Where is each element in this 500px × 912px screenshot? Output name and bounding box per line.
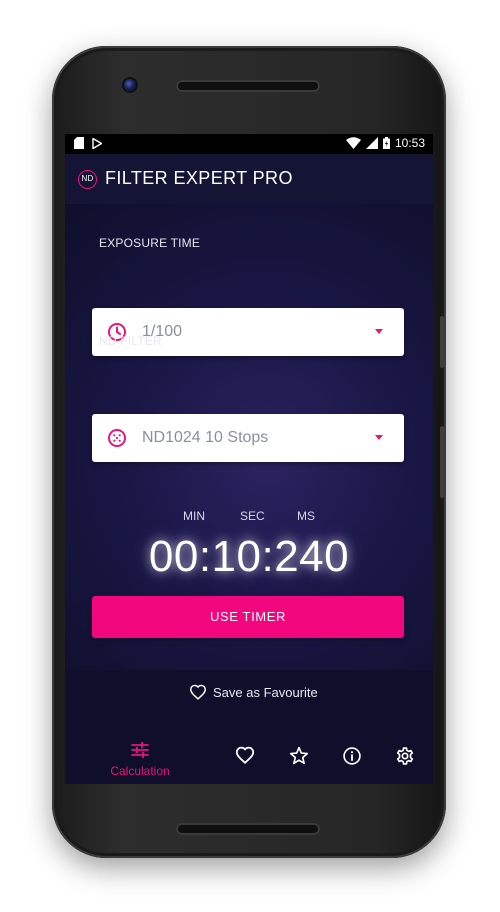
gear-icon [396, 747, 414, 765]
save-favourite-button[interactable]: Save as Favourite [189, 684, 318, 700]
dropdown-arrow-icon [375, 329, 383, 334]
dropdown-arrow-icon [375, 435, 383, 440]
screen: 10:53 ND FILTER EXPERT PRO EXPOSURE TIME… [65, 134, 433, 784]
nd-filter-value: ND1024 10 Stops [142, 429, 269, 446]
nav-calculation-label: Calculation [110, 764, 170, 778]
exposure-time-select[interactable]: 1/100 [92, 308, 404, 356]
sec-label: SEC [240, 509, 265, 523]
status-time: 10:53 [394, 136, 425, 150]
ms-label: MS [297, 509, 315, 523]
use-timer-button[interactable]: USE TIMER [92, 596, 404, 638]
heart-icon [235, 746, 255, 764]
app-logo: ND [78, 170, 97, 189]
app-title: FILTER EXPERT PRO [105, 168, 293, 188]
nd-filter-select[interactable]: ND1024 10 Stops [92, 414, 404, 462]
nav-settings[interactable] [393, 746, 417, 768]
nav-info[interactable] [340, 746, 364, 768]
app-bar: ND FILTER EXPERT PRO [65, 154, 433, 204]
heart-outline-icon [189, 684, 207, 700]
sd-card-icon [74, 137, 84, 149]
front-camera [124, 79, 136, 91]
wifi-icon [345, 137, 361, 149]
top-speaker [176, 80, 320, 92]
exposure-time-label: EXPOSURE TIME [99, 236, 201, 250]
power-button [440, 426, 444, 498]
nav-favourites[interactable] [233, 746, 257, 768]
timer-display: 00:10:240 [148, 532, 350, 581]
signal-icon [365, 137, 378, 149]
nav-calculation[interactable]: Calculation [105, 741, 175, 778]
status-bar: 10:53 [65, 134, 433, 154]
phone-frame: 10:53 ND FILTER EXPERT PRO EXPOSURE TIME… [52, 46, 446, 858]
bottom-speaker [176, 823, 320, 835]
bottom-navigation: Calculation [65, 738, 433, 778]
save-favourite-label: Save as Favourite [213, 684, 318, 700]
nav-starred[interactable] [287, 746, 311, 768]
sliders-icon [131, 741, 149, 759]
nd-filter-label: ND FILTER [99, 334, 162, 348]
volume-button [440, 316, 444, 368]
filter-dots-icon [108, 429, 126, 447]
min-label: MIN [183, 509, 205, 523]
info-icon [343, 747, 361, 765]
play-store-icon [92, 137, 102, 149]
battery-icon [382, 137, 390, 149]
star-icon [289, 746, 309, 765]
